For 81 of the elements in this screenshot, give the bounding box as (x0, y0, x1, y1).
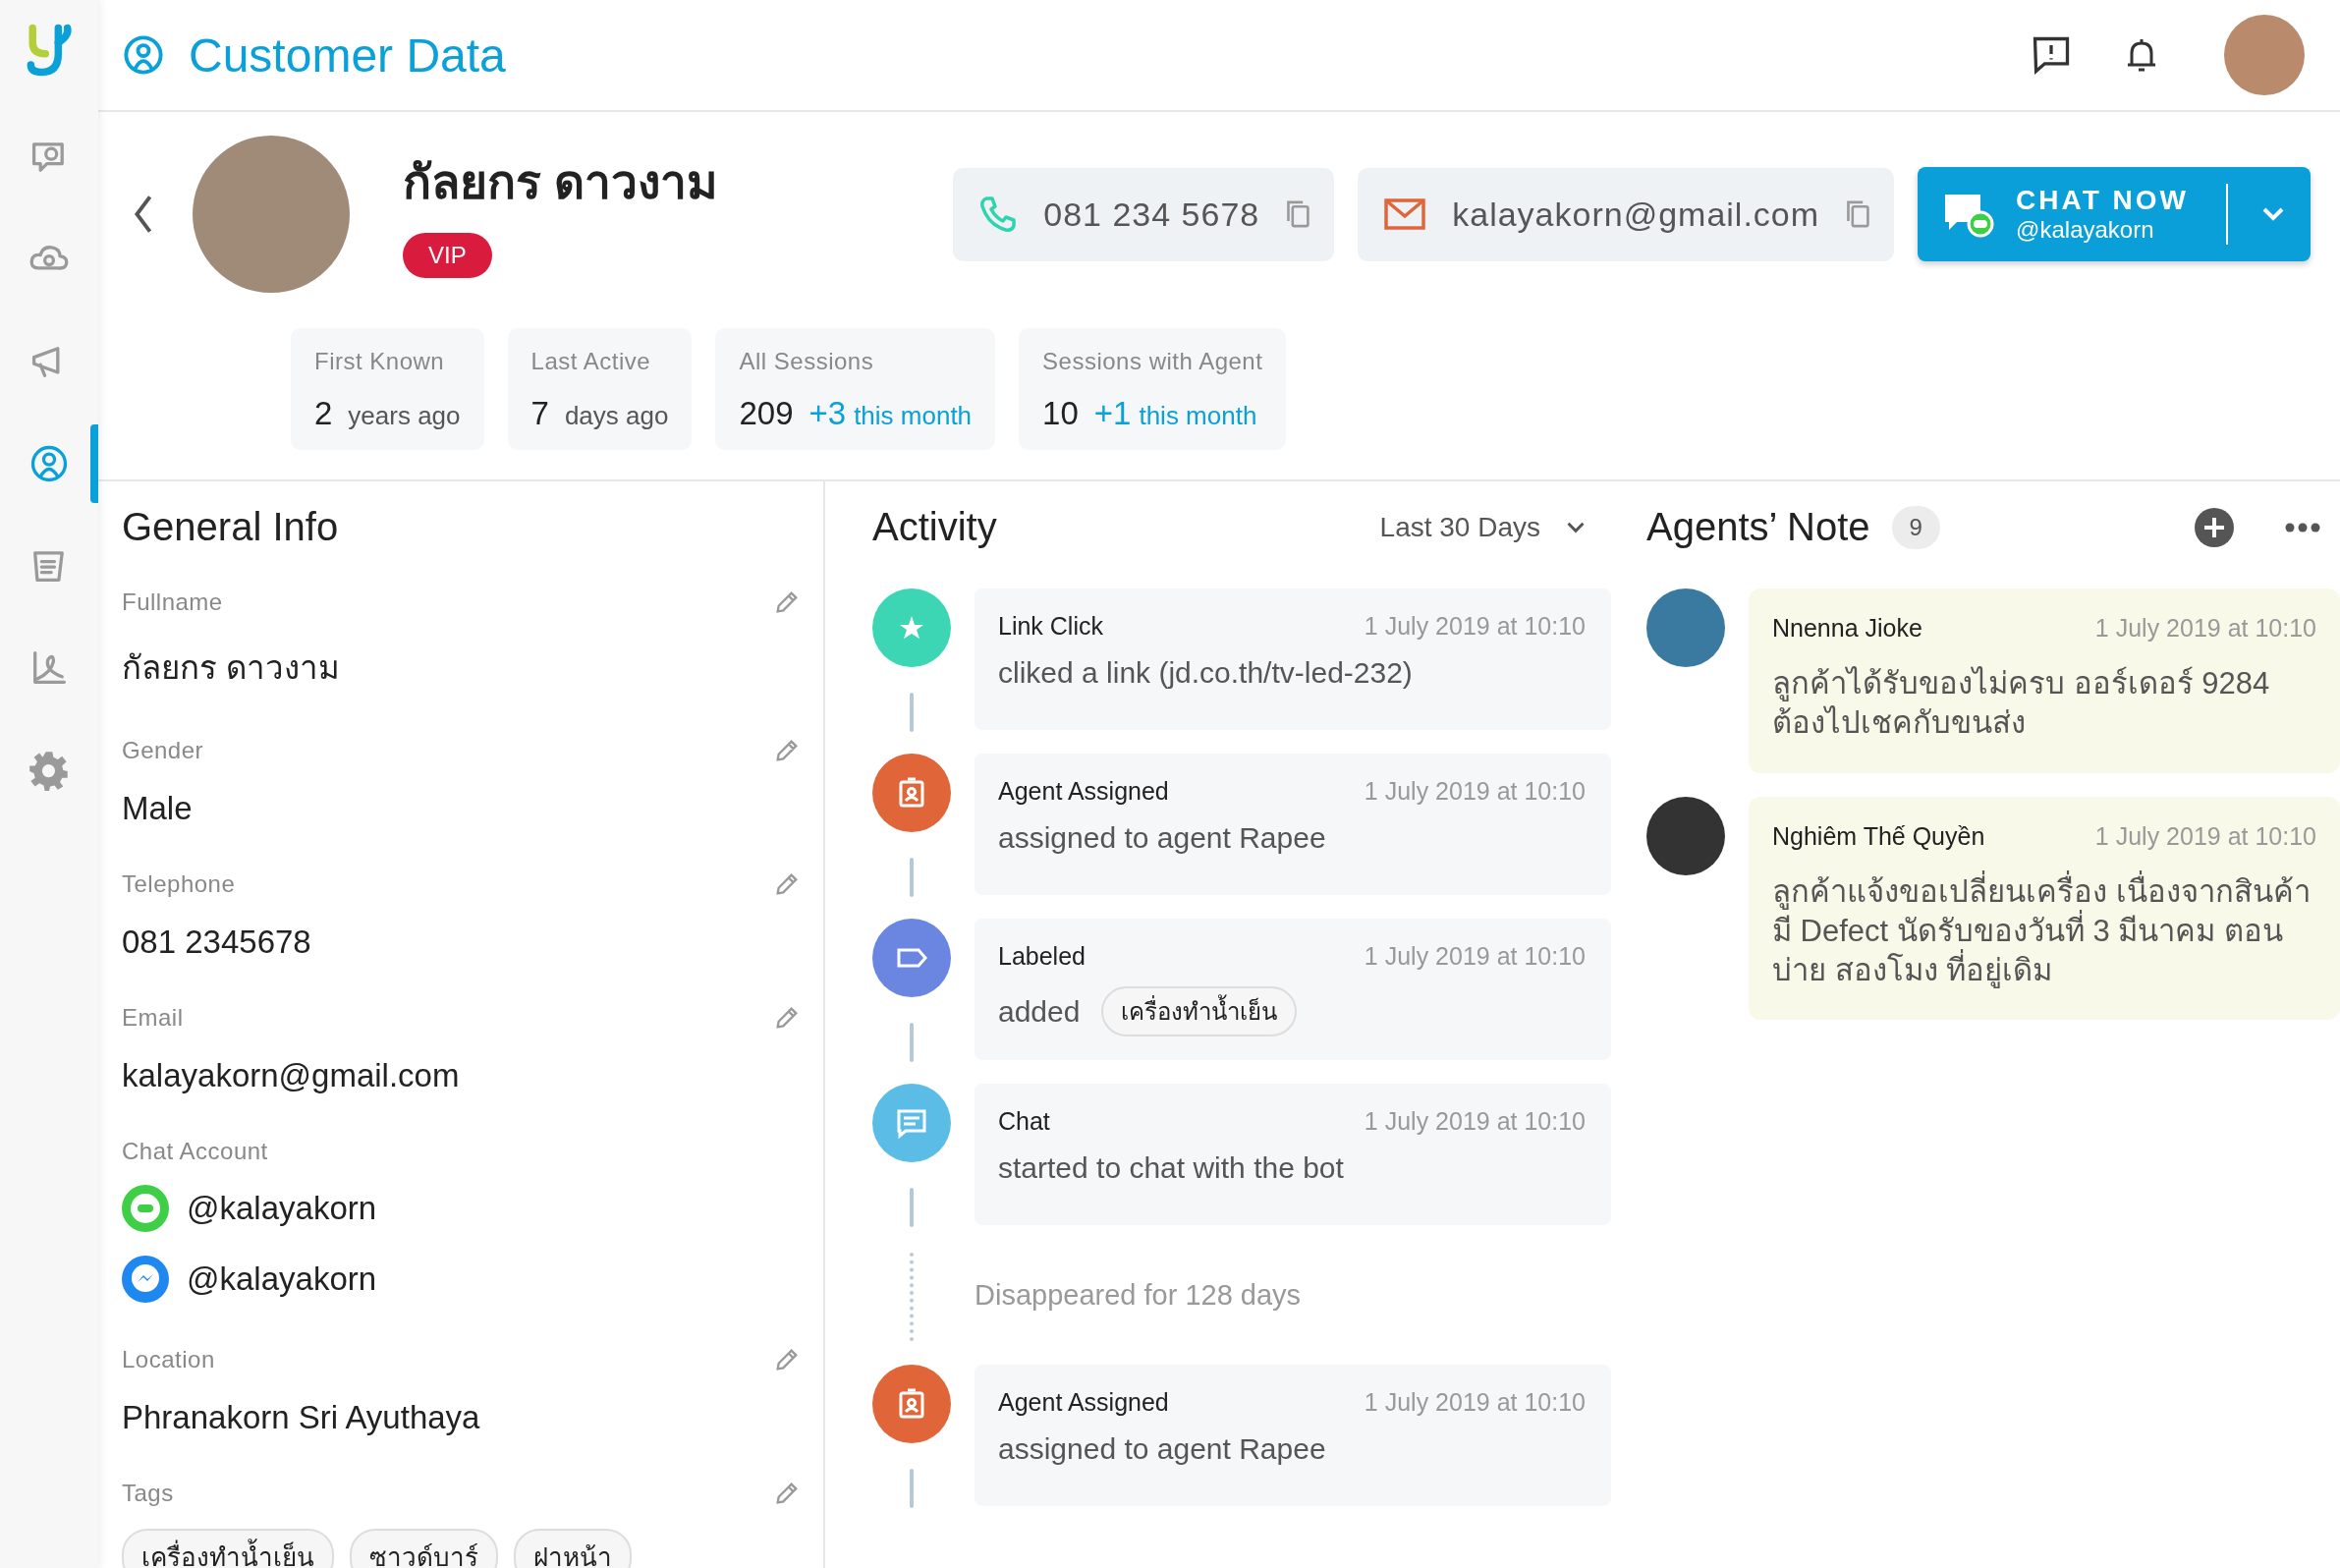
note-count: 9 (1891, 505, 1940, 549)
stat-delta: +1 (1093, 395, 1132, 432)
field-label: Gender (122, 737, 204, 764)
note-author: Nghiêm Thế Quyền (1772, 821, 1985, 851)
field-value: กัลยกร ดาวงาม (122, 648, 342, 688)
stat-value: 7 (530, 395, 549, 432)
section-title: General Info (122, 505, 340, 549)
page-title: Customer Data (189, 28, 506, 83)
field-label: Location (122, 1346, 215, 1373)
field-label: Tags (122, 1480, 174, 1507)
field-value: kalayakorn@gmail.com (122, 1057, 461, 1094)
vip-badge: VIP (403, 233, 492, 278)
activity-time: 1 July 2019 at 10:10 (1364, 612, 1586, 641)
stat-value: 10 (1042, 395, 1079, 432)
stat-label: First Known (314, 348, 446, 375)
account-handle: @kalayakorn (187, 1260, 377, 1298)
activity-text: assigned to agent Rapee (998, 821, 1326, 855)
edit-icon[interactable] (774, 1347, 800, 1372)
stat-label: Last Active (530, 348, 652, 375)
activity-text: cliked a link (jd.co.th/tv-led-232) (998, 656, 1413, 690)
field-label: Email (122, 1004, 184, 1032)
note-text: ลูกค้าแจ้งขอเปลี่ยนเครื่อง เนื่องจากสินค้ามี Defect นัดรับของวันที่ 3 มีนาคม ตอนบ่าย สองโมง ที่อยู่เดิม (1772, 871, 2316, 991)
section-title: Agents’ Note (1646, 505, 1870, 549)
customer-icon (122, 33, 165, 77)
mail-icon (1383, 197, 1427, 231)
messenger-icon (122, 1256, 169, 1303)
activity-time: 1 July 2019 at 10:10 (1364, 942, 1586, 971)
stat-value: 209 (739, 395, 794, 432)
activity-time: 1 July 2019 at 10:10 (1364, 1107, 1586, 1136)
more-icon[interactable] (2285, 522, 2320, 532)
note-time: 1 July 2019 at 10:10 (2094, 821, 2316, 851)
activity-text: assigned to agent Rapee (998, 1432, 1326, 1466)
field-label: Chat Account (122, 1138, 268, 1165)
field-label: Telephone (122, 870, 236, 898)
edit-icon[interactable] (774, 1481, 800, 1506)
copy-icon[interactable] (1285, 199, 1311, 229)
stat-value: 2 (314, 395, 333, 432)
copy-icon[interactable] (1845, 199, 1871, 229)
activity-text: added (998, 994, 1081, 1029)
stat-unit: this month (1139, 401, 1257, 431)
edit-icon[interactable] (774, 871, 800, 897)
settings-icon[interactable] (28, 749, 71, 792)
note-time: 1 July 2019 at 10:10 (2094, 614, 2316, 643)
tag: เครื่องทำน้ำเย็น (1101, 986, 1298, 1036)
field-value: 081 2345678 (122, 924, 312, 961)
field-value: Male (122, 790, 194, 827)
email-chip[interactable]: kalayakorn@gmail.com (1358, 167, 1895, 261)
activity-time: 1 July 2019 at 10:10 (1364, 777, 1586, 806)
edit-icon[interactable] (774, 738, 800, 763)
account-handle: @kalayakorn (187, 1190, 377, 1227)
phone-chip[interactable]: 081 234 5678 (953, 167, 1335, 261)
field-label: Fullname (122, 588, 223, 616)
date-range-dropdown[interactable]: Last 30 Days (1373, 510, 1591, 544)
tag: ซาวด์บาร์ (350, 1529, 498, 1568)
note-author: Nnenna Jioke (1772, 614, 1922, 643)
activity-time: 1 July 2019 at 10:10 (1364, 1388, 1586, 1417)
customer-name: กัลยกร ดาวงาม (403, 155, 719, 210)
stat-delta: +3 (808, 395, 847, 432)
activity-title: Agent Assigned (998, 777, 1169, 806)
stat-unit: years ago (348, 401, 461, 431)
activity-title: Link Click (998, 612, 1103, 641)
edit-icon[interactable] (774, 589, 800, 615)
stat-unit: days ago (564, 401, 669, 431)
activity-text: started to chat with the bot (998, 1151, 1344, 1185)
chevron-down-icon[interactable] (2261, 206, 2285, 222)
stat-label: Sessions with Agent (1042, 348, 1263, 375)
activity-title: Agent Assigned (998, 1388, 1169, 1417)
field-value: Phranakorn Sri Ayuthaya (122, 1399, 481, 1436)
note-text: ลูกค้าได้รับของไม่ครบ ออร์เดอร์ 9284 ต้องไปเชคกับขนส่ง (1772, 665, 2271, 743)
activity-title: Chat (998, 1107, 1050, 1136)
tag: ฝาหน้า (514, 1529, 632, 1568)
stat-label: All Sessions (739, 348, 875, 375)
section-title: Activity (872, 505, 997, 549)
stat-unit: this month (854, 401, 973, 431)
tag: เครื่องทำน้ำเย็น (122, 1529, 334, 1568)
gap-text: Disappeared for 128 days (975, 1278, 1302, 1312)
edit-icon[interactable] (774, 1005, 800, 1031)
chevron-down-icon (1566, 520, 1586, 534)
phone-icon (978, 195, 1019, 234)
add-icon[interactable] (2195, 507, 2234, 547)
activity-title: Labeled (998, 942, 1086, 971)
